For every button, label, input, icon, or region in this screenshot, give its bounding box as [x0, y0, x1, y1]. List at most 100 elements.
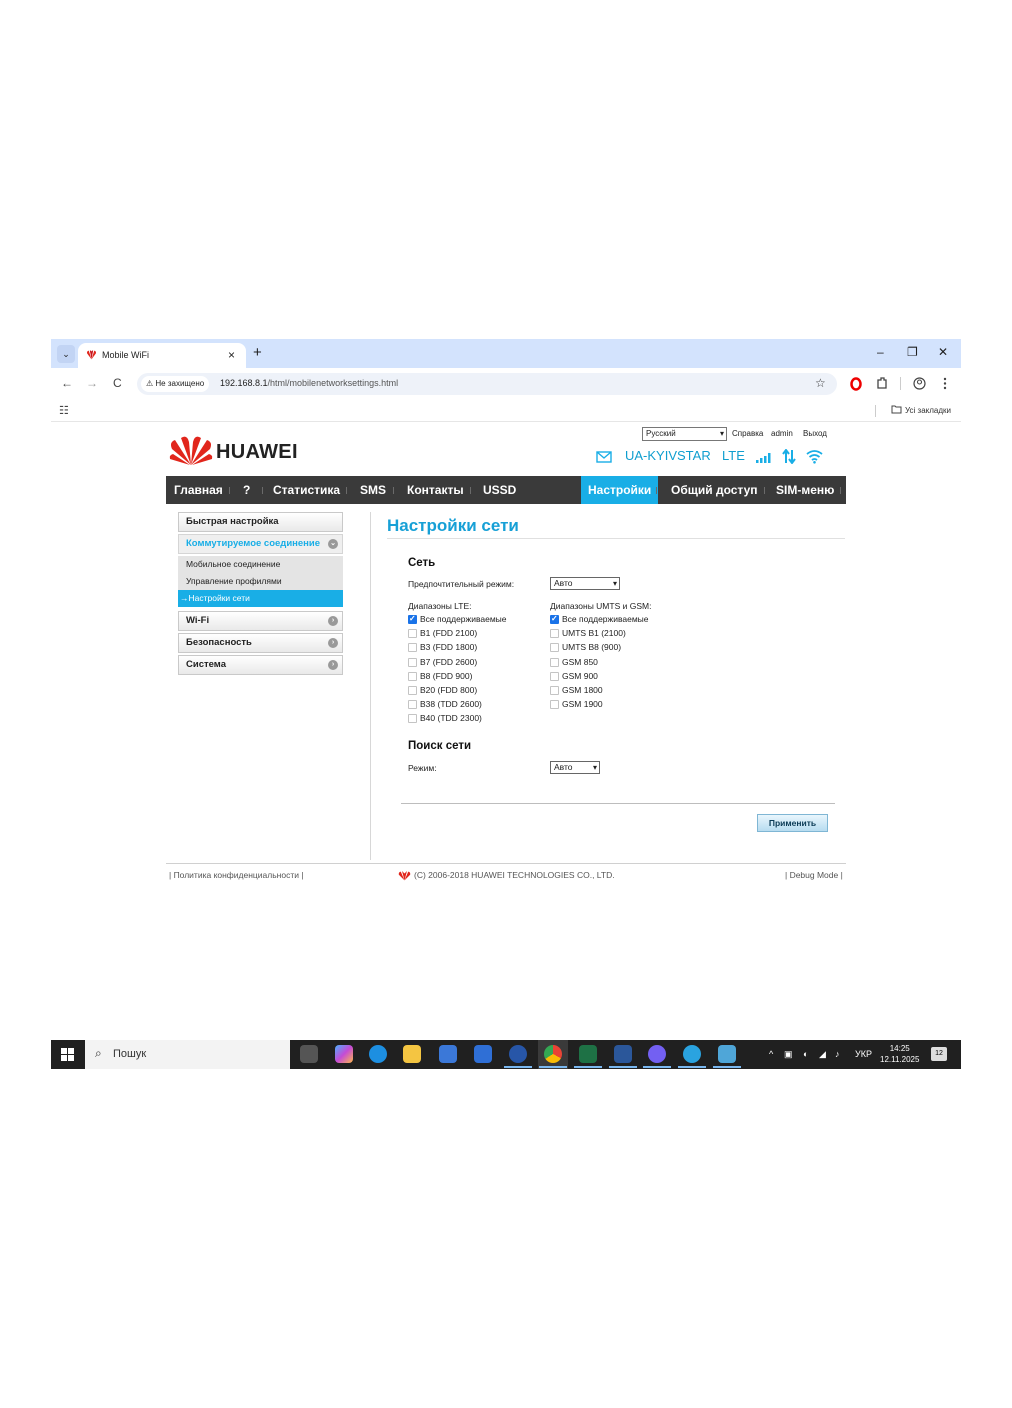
lte-band-checkbox[interactable] [408, 614, 417, 624]
minimize-button[interactable]: – [877, 345, 884, 359]
security-chip[interactable]: ⚠ Не захищено [141, 376, 210, 392]
nav-statistics[interactable]: Статистика [266, 476, 347, 504]
help-link[interactable]: Справка [732, 429, 763, 438]
all-bookmarks-label: Усі закладки [904, 406, 951, 415]
nav-help[interactable]: ? [236, 476, 257, 504]
taskbar-clock[interactable]: 14:25 12.11.2025 [880, 1043, 919, 1065]
data-transfer-icon [782, 449, 796, 464]
lte-band-checkbox[interactable] [408, 686, 417, 695]
nav-home[interactable]: Главная [167, 476, 230, 504]
copilot-icon[interactable] [335, 1045, 353, 1063]
back-button[interactable]: ← [61, 376, 73, 390]
lte-band-checkbox[interactable] [408, 643, 417, 653]
mail-icon[interactable] [596, 451, 612, 463]
telegram-icon[interactable] [683, 1045, 701, 1063]
preferred-mode-select[interactable]: Авто ▾ [550, 577, 620, 590]
umts-gsm-band-checkbox[interactable] [550, 700, 559, 710]
umts-gsm-band-label: GSM 1900 [562, 699, 603, 710]
nav-contacts[interactable]: Контакты [400, 476, 471, 504]
lte-band-checkbox[interactable] [408, 714, 417, 724]
url-path: /html/mobilenetworksettings.html [267, 378, 399, 388]
profile-icon[interactable] [913, 377, 926, 390]
tab-list-button[interactable]: ⌄ [57, 345, 75, 363]
opera-icon[interactable] [850, 377, 862, 391]
new-tab-button[interactable]: + [253, 344, 262, 361]
store-icon[interactable] [439, 1045, 457, 1063]
umts-gsm-band-checkbox[interactable] [550, 657, 559, 667]
tray-bluetooth-icon[interactable]: ◐ [803, 1049, 808, 1059]
file-explorer-icon[interactable] [403, 1045, 421, 1063]
umts-gsm-band-checkbox[interactable] [550, 686, 559, 695]
nav-sharing[interactable]: Общий доступ [664, 476, 765, 504]
tab-close-icon[interactable]: × [228, 348, 235, 362]
taskbar-search-box[interactable]: ⌕ Пошук [85, 1040, 290, 1069]
sidebar-item-network-settings[interactable]: →Настройки сети [178, 590, 343, 607]
input-language[interactable]: УКР [855, 1049, 872, 1059]
network-icon[interactable]: ◢ [819, 1049, 826, 1060]
lte-band-checkbox[interactable] [408, 700, 417, 710]
chrome-icon[interactable] [544, 1045, 562, 1063]
language-select[interactable]: Русский ▾ [642, 427, 727, 441]
word-icon[interactable] [614, 1045, 632, 1063]
sidebar-system[interactable]: Система › [178, 655, 343, 675]
umts-gsm-band-label: GSM 900 [562, 670, 598, 681]
umts-gsm-band-checkbox[interactable] [550, 614, 559, 624]
umts-gsm-band-checkbox[interactable] [550, 671, 559, 681]
umts-gsm-band-checkbox[interactable] [550, 629, 559, 639]
sidebar-item-mobile-connection[interactable]: Мобильное соединение [178, 556, 343, 573]
edge-icon[interactable] [369, 1045, 387, 1063]
restore-button[interactable]: ❐ [907, 345, 918, 359]
privacy-policy-link[interactable]: | Политика конфиденциальности | [169, 870, 304, 880]
nav-sim-menu[interactable]: SIM-меню [769, 476, 841, 504]
task-view-icon[interactable] [300, 1045, 318, 1063]
lte-band-label: Все поддерживаемые [420, 614, 507, 624]
logout-link[interactable]: Выход [803, 429, 827, 438]
windows-start-icon[interactable] [61, 1048, 74, 1061]
user-link[interactable]: admin [771, 429, 793, 438]
app-icon[interactable] [509, 1045, 527, 1063]
apply-button[interactable]: Применить [757, 814, 828, 832]
remote-app-icon[interactable] [718, 1045, 736, 1063]
expand-icon: › [328, 660, 338, 670]
notification-badge[interactable]: 12 [931, 1047, 947, 1061]
tray-app-icon[interactable]: ▣ [784, 1049, 793, 1060]
close-window-button[interactable]: ✕ [938, 345, 948, 359]
nav-sms[interactable]: SMS [353, 476, 393, 504]
chevron-down-icon: ▾ [612, 579, 617, 588]
sidebar-wifi[interactable]: Wi-Fi › [178, 611, 343, 631]
search-mode-select[interactable]: Авто ▾ [550, 761, 600, 774]
sidebar-security[interactable]: Безопасность › [178, 633, 343, 653]
sidebar-item-profile-management[interactable]: Управление профилями [178, 573, 343, 590]
sidebar-quick-setup[interactable]: Быстрая настройка [178, 512, 343, 532]
outlook-icon[interactable] [474, 1045, 492, 1063]
running-indicator [609, 1066, 637, 1068]
nav-ussd[interactable]: USSD [476, 476, 523, 504]
tray-overflow-icon[interactable]: ^ [769, 1049, 773, 1059]
nav-separator [346, 487, 347, 494]
debug-mode-link[interactable]: | Debug Mode | [785, 870, 843, 880]
nav-more[interactable]: Еще [846, 476, 885, 504]
folder-icon [891, 405, 902, 414]
omnibox[interactable]: ⚠ Не захищено 192.168.8.1/html/mobilenet… [137, 373, 837, 395]
excel-icon[interactable] [579, 1045, 597, 1063]
umts-gsm-band-checkbox[interactable] [550, 643, 559, 653]
url-host: 192.168.8.1 [220, 378, 268, 388]
extensions-icon[interactable] [876, 377, 888, 390]
all-bookmarks-button[interactable]: Усі закладки [891, 405, 951, 415]
viber-icon[interactable] [648, 1045, 666, 1063]
nav-settings[interactable]: Настройки [581, 476, 659, 504]
forward-button[interactable]: → [86, 376, 98, 390]
bookmark-star-icon[interactable]: ☆ [815, 376, 826, 390]
lte-band-checkbox[interactable] [408, 671, 417, 681]
lte-band-checkbox[interactable] [408, 657, 417, 667]
apps-grid-icon[interactable]: ☷ [59, 404, 69, 417]
running-indicator [504, 1066, 532, 1068]
sidebar-dialup[interactable]: Коммутируемое соединение ⌄ [178, 534, 343, 554]
nav-separator [229, 487, 230, 494]
browser-tab[interactable]: Mobile WiFi × [78, 343, 246, 368]
volume-icon[interactable]: ♪ [835, 1049, 840, 1059]
menu-kebab-icon[interactable] [943, 377, 947, 390]
reload-button[interactable]: C [113, 376, 122, 390]
url-text[interactable]: 192.168.8.1/html/mobilenetworksettings.h… [220, 378, 398, 388]
lte-band-checkbox[interactable] [408, 629, 417, 639]
